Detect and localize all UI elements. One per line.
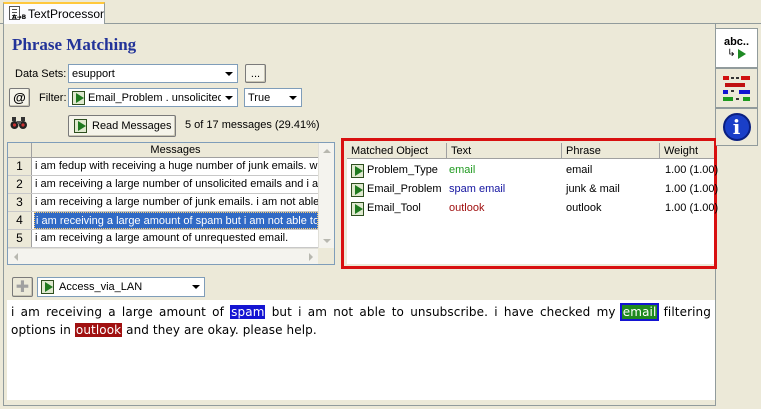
scroll-up-icon[interactable] [319, 143, 334, 159]
highlight-email: email [619, 303, 660, 321]
match-phrase: email [566, 164, 593, 176]
text-segment: i am receiving a large amount of [11, 305, 231, 319]
message-text: i am receiving a large amount of unreque… [35, 232, 289, 244]
datasets-value: esupport [72, 67, 115, 80]
match-row[interactable]: Email_Problem spam email junk & mail 1.0… [347, 180, 718, 199]
condition-value: True [248, 91, 271, 104]
table-row[interactable]: 5 i am receiving a large amount of unreq… [8, 230, 319, 248]
play-icon [72, 90, 85, 105]
match-object-label: Email_Problem [367, 183, 442, 195]
row-number: 2 [8, 176, 32, 193]
col-text[interactable]: Text [447, 143, 562, 159]
grid-corner [8, 143, 32, 158]
filter-value: Email_Problem . unsolicited [88, 91, 221, 104]
messages-header[interactable]: Messages [32, 143, 319, 158]
scroll-right-icon[interactable] [303, 249, 319, 264]
match-weight: 1.00 (1.00) [665, 183, 719, 195]
messages-grid-header: Messages [8, 143, 319, 158]
tab-strip [0, 0, 761, 24]
table-row[interactable]: 3 i am receiving a large number of junk … [8, 194, 319, 212]
match-weight: 1.00 (1.00) [665, 202, 719, 214]
matches-frame: Matched Object Text Phrase Weight Proble… [341, 138, 718, 269]
category-value: Access_via_LAN [59, 281, 143, 293]
at-icon[interactable]: @ [9, 88, 30, 107]
play-icon [351, 163, 364, 178]
scroll-corner [318, 248, 334, 264]
play-icon [351, 182, 364, 197]
read-messages-button[interactable]: Read Messages [68, 115, 176, 137]
messages-grid: Messages 1 i am fedup with receiving a h… [7, 142, 335, 265]
message-text: i am fedup with receiving a huge number … [35, 160, 318, 172]
play-icon [351, 201, 364, 216]
abc-play-button[interactable]: abc.. ↳ [716, 28, 758, 68]
datasets-select[interactable]: esupport [68, 64, 238, 83]
info-icon: i [722, 113, 751, 141]
message-body: i am receiving a large amount of spam bu… [11, 303, 711, 339]
condition-select[interactable]: True [244, 88, 302, 107]
chevron-down-icon[interactable] [221, 89, 237, 106]
abc-play-icon: abc.. ↳ [723, 36, 750, 59]
message-text: i am receiving a large number of junk em… [35, 196, 318, 208]
table-row[interactable]: 2 i am receiving a large number of unsol… [8, 176, 319, 194]
col-phrase[interactable]: Phrase [562, 143, 660, 159]
add-icon[interactable]: ✚ [12, 277, 33, 297]
table-row-selected[interactable]: 4 i am receiving a large amount of spam … [8, 212, 319, 230]
match-object: Email_Tool [351, 199, 421, 218]
chevron-down-icon[interactable] [221, 65, 237, 82]
read-messages-label: Read Messages [92, 120, 172, 132]
match-text: email [449, 164, 476, 176]
match-phrase: junk & mail [566, 183, 620, 195]
match-weight: 1.00 (1.00) [665, 164, 719, 176]
match-text: spam email [449, 183, 506, 195]
info-button[interactable]: i [716, 108, 758, 146]
col-weight[interactable]: Weight [660, 143, 714, 159]
tab-label: TextProcessor [27, 7, 104, 21]
match-object-label: Problem_Type [367, 164, 438, 176]
match-row[interactable]: Problem_Type email email 1.00 (1.00) [347, 161, 718, 180]
col-matched-object[interactable]: Matched Object [347, 143, 447, 159]
abc-text: abc.. [723, 36, 750, 48]
match-row[interactable]: Email_Tool outlook outlook 1.00 (1.00) [347, 199, 718, 218]
highlight-spam: spam [230, 305, 266, 319]
match-object-label: Email_Tool [367, 202, 421, 214]
scroll-left-icon[interactable] [8, 249, 24, 264]
table-row[interactable]: 1 i am fedup with receiving a huge numbe… [8, 158, 319, 176]
vertical-scrollbar[interactable] [318, 143, 334, 249]
match-text: outlook [449, 202, 485, 214]
message-text-area[interactable]: i am receiving a large amount of spam bu… [7, 300, 715, 400]
message-text: i am receiving a large amount of spam bu… [34, 212, 318, 229]
datasets-label: Data Sets: [15, 68, 67, 80]
match-object: Problem_Type [351, 161, 438, 180]
colored-bars-button[interactable] [716, 68, 758, 108]
scroll-down-icon[interactable] [319, 233, 334, 249]
row-number: 3 [8, 194, 32, 211]
chevron-down-icon[interactable] [285, 89, 301, 106]
row-number: 1 [8, 158, 32, 175]
filter-select[interactable]: Email_Problem . unsolicited [68, 88, 238, 107]
binoculars-icon[interactable] [10, 116, 28, 133]
row-number: 4 [8, 212, 32, 229]
play-icon [74, 119, 87, 133]
row-number: 5 [8, 230, 32, 247]
play-icon [41, 280, 54, 294]
category-select[interactable]: Access_via_LAN [37, 277, 205, 297]
messages-status: 5 of 17 messages (29.41%) [185, 119, 320, 131]
match-phrase: outlook [566, 202, 602, 214]
matches-grid: Matched Object Text Phrase Weight Proble… [347, 143, 718, 264]
text-segment: and they are okay. please help. [122, 323, 317, 337]
match-object: Email_Problem [351, 180, 442, 199]
message-text: i am receiving a large number of unsolic… [35, 178, 318, 190]
browse-button[interactable]: ... [245, 64, 266, 83]
highlight-outlook: outlook [74, 323, 123, 337]
tab-textprocessor[interactable]: A→B TextProcessor [3, 2, 105, 24]
chevron-down-icon[interactable] [188, 278, 204, 296]
colored-bars-icon [722, 76, 750, 101]
text-segment: but i am not able to unsubscribe. i have… [265, 305, 622, 319]
page-title: Phrase Matching [12, 35, 137, 54]
filter-label: Filter: [39, 92, 67, 104]
document-ab-icon: A→B [8, 6, 26, 22]
matches-header: Matched Object Text Phrase Weight [347, 143, 714, 159]
horizontal-scrollbar[interactable] [8, 248, 319, 264]
